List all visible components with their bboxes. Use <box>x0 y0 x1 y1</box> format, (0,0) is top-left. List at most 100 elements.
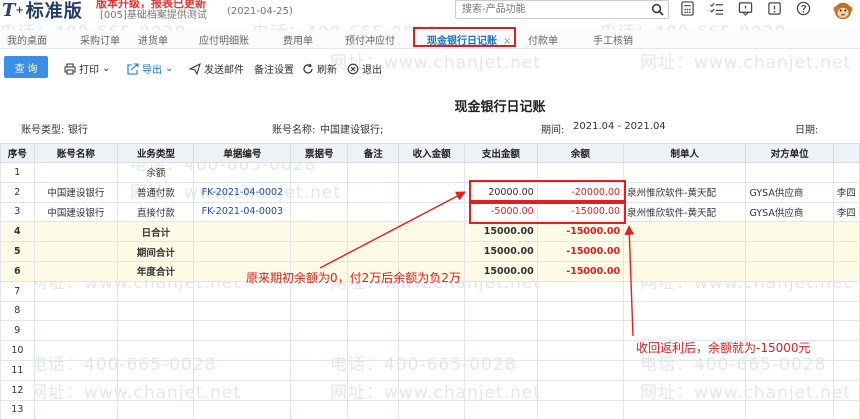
cell-maker <box>623 359 747 381</box>
help-icon[interactable] <box>796 1 811 16</box>
cell-document-no[interactable] <box>193 379 292 401</box>
cell-account-name <box>33 379 119 401</box>
row-index-cell: 8 <box>0 300 35 322</box>
calculator-icon[interactable] <box>680 1 695 16</box>
notification-icon[interactable] <box>767 1 782 16</box>
cell-expense <box>464 379 538 401</box>
app-logo[interactable]: T + 标准版 <box>2 0 83 22</box>
cell-document-no[interactable] <box>193 300 292 322</box>
column-header-maker[interactable]: 制单人 <box>623 143 747 163</box>
cell-counterparty <box>745 221 834 243</box>
cell-document-no[interactable] <box>193 399 292 419</box>
cell-income <box>398 221 466 243</box>
period-value: 2021.04 - 2021.04 <box>573 121 666 132</box>
column-header-counterparty[interactable]: 对方单位 <box>745 143 834 163</box>
cell-expense <box>464 340 538 361</box>
row-index-cell: 11 <box>0 359 35 381</box>
cell-account-name <box>33 320 119 342</box>
tab-purchase-order[interactable]: 采购订单 <box>80 32 120 47</box>
row-index-cell: 5 <box>0 241 35 262</box>
cell-business-type: 直接付款 <box>117 201 195 223</box>
table-row[interactable]: 9 <box>0 320 860 342</box>
cell-income <box>398 379 466 401</box>
user-avatar-monkey-icon[interactable] <box>832 0 854 22</box>
cell-document-no[interactable] <box>193 221 292 243</box>
cell-document-no[interactable] <box>193 241 292 262</box>
tab-payable-ledger[interactable]: 应付明细账 <box>199 32 249 47</box>
column-header-remark[interactable]: 备注 <box>347 143 400 163</box>
table-row[interactable]: 2 中国建设银行 普通付款 FK-2021-04-0002 20000.00 -20000… <box>0 181 860 203</box>
tab-receipt[interactable]: 进货单 <box>138 32 168 47</box>
search-input[interactable] <box>456 1 636 18</box>
table-row[interactable]: 3 中国建设银行 直接付款 FK-2021-04-0003 -5000.00 -15000… <box>0 201 860 223</box>
cell-extra <box>832 379 860 401</box>
cell-account-name <box>33 359 119 381</box>
refresh-button[interactable]: 刷新 <box>302 61 337 76</box>
cell-document-no[interactable] <box>193 320 292 342</box>
cell-bill-no <box>290 221 349 243</box>
tab-prepay-offset[interactable]: 预付冲应付 <box>345 32 395 47</box>
cell-document-no[interactable] <box>193 162 292 183</box>
table-row[interactable]: 5 期间合计 15000.00 -15000.00 <box>0 241 860 262</box>
logo-name: 标准版 <box>25 1 83 22</box>
cell-document-no[interactable] <box>193 359 292 381</box>
table-row[interactable]: 1 余额 <box>0 162 860 183</box>
cell-business-type <box>117 399 195 419</box>
cell-document-no[interactable] <box>193 340 292 361</box>
send-mail-label: 发送邮件 <box>204 65 244 76</box>
print-button[interactable]: 打印 ⌄ <box>64 61 110 76</box>
note-settings-button[interactable]: 备注设置 <box>254 61 294 76</box>
exit-button[interactable]: 退出 <box>347 61 382 76</box>
cell-extra <box>832 280 860 302</box>
column-header-bill-no[interactable]: 票据号 <box>290 143 349 163</box>
account-name-label: 账号名称: <box>272 125 316 136</box>
send-mail-button[interactable]: 发送邮件 <box>189 61 244 76</box>
export-icon <box>127 62 139 75</box>
row-index-cell: 4 <box>0 221 35 243</box>
column-header-business-type[interactable]: 业务类型 <box>117 143 195 163</box>
export-button[interactable]: 导出 ⌄ <box>127 61 173 76</box>
column-header-index[interactable]: 序号 <box>0 143 35 163</box>
tab-expense[interactable]: 费用单 <box>283 32 313 47</box>
table-row[interactable]: 8 <box>0 300 860 322</box>
column-header-income[interactable]: 收入金额 <box>398 143 466 163</box>
table-row[interactable]: 12 <box>0 379 860 401</box>
cell-account-name <box>33 340 119 361</box>
tab-my-desktop[interactable]: 我的桌面 <box>7 32 47 47</box>
cell-expense: 15000.00 <box>464 221 538 243</box>
tab-payment[interactable]: 付款单 <box>528 32 558 47</box>
row-index-cell: 13 <box>0 399 35 419</box>
column-header-account-name[interactable]: 账号名称 <box>33 143 119 163</box>
task-list-icon[interactable] <box>709 1 724 16</box>
cell-bill-no <box>290 201 349 223</box>
column-header-balance[interactable]: 余额 <box>536 143 625 163</box>
annotation-note-rebate: 收回返利后，余额就为-15000元 <box>636 341 811 355</box>
column-header-expense[interactable]: 支出金额 <box>464 143 538 163</box>
cell-income <box>398 340 466 361</box>
table-row[interactable]: 11 <box>0 359 860 381</box>
table-row[interactable]: 13 <box>0 399 860 419</box>
cell-document-no[interactable]: FK-2021-04-0003 <box>193 201 292 223</box>
cell-bill-no <box>290 359 349 381</box>
cell-balance <box>536 399 625 419</box>
cell-remark <box>347 201 400 223</box>
row-index-cell: 2 <box>0 181 35 203</box>
message-icon[interactable] <box>738 1 753 16</box>
query-button[interactable]: 查 询 <box>4 56 48 78</box>
cell-extra <box>832 260 860 282</box>
account-name: [005]基础档案提供测试 <box>100 10 207 21</box>
cell-business-type: 年度合计 <box>117 260 195 282</box>
tab-manual-writeoff[interactable]: 手工核销 <box>593 32 633 47</box>
column-header-extra[interactable] <box>832 143 860 163</box>
column-header-document-no[interactable]: 单据编号 <box>193 143 292 163</box>
cell-account-name <box>33 221 119 243</box>
cell-balance <box>536 320 625 342</box>
table-row[interactable]: 4 日合计 15000.00 -15000.00 <box>0 221 860 243</box>
exit-icon <box>347 63 359 74</box>
cell-document-no[interactable]: FK-2021-04-0002 <box>193 181 292 203</box>
cell-account-name: 中国建设银行 <box>33 181 119 203</box>
cell-income <box>398 201 466 223</box>
row-index-cell: 7 <box>0 280 35 302</box>
search-icon[interactable] <box>651 3 664 16</box>
search-box[interactable] <box>455 0 669 19</box>
